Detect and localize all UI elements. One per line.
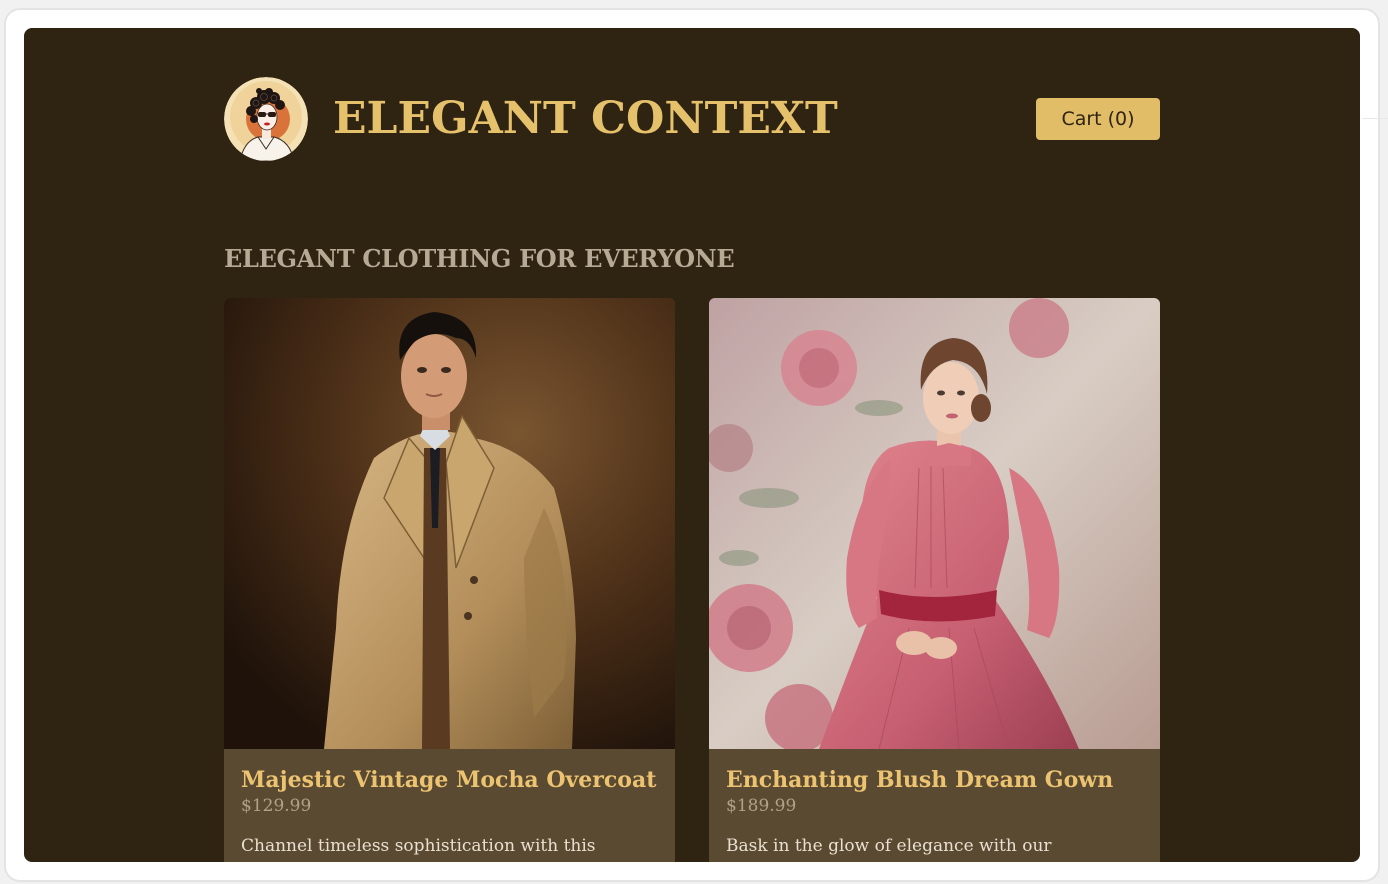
product-price: $129.99 — [241, 796, 312, 816]
product-description: Channel timeless sophistication with thi… — [241, 836, 599, 862]
product-name[interactable]: Enchanting Blush Dream Gown — [726, 767, 1113, 793]
product-card[interactable]: Enchanting Blush Dream Gown $189.99 Bask… — [709, 298, 1160, 862]
brand-title: ELEGANT CONTEXT — [333, 93, 838, 144]
section-title: ELEGANT CLOTHING FOR EVERYONE — [224, 244, 735, 273]
product-price: $189.99 — [726, 796, 797, 816]
vintage-lady-portrait-icon — [224, 77, 308, 161]
page-container: ELEGANT CONTEXT Cart (0) ELEGANT CLOTHIN… — [224, 28, 1160, 862]
product-description: Bask in the glow of elegance with our En… — [726, 836, 1095, 862]
cart-button[interactable]: Cart (0) — [1036, 98, 1160, 140]
product-image[interactable] — [224, 298, 675, 749]
product-card[interactable]: Majestic Vintage Mocha Overcoat $129.99 … — [224, 298, 675, 862]
divider — [1362, 118, 1388, 119]
product-image[interactable] — [709, 298, 1160, 749]
brand-logo[interactable] — [224, 77, 308, 161]
page-viewport: ELEGANT CONTEXT Cart (0) ELEGANT CLOTHIN… — [24, 28, 1360, 862]
product-name[interactable]: Majestic Vintage Mocha Overcoat — [241, 767, 656, 793]
